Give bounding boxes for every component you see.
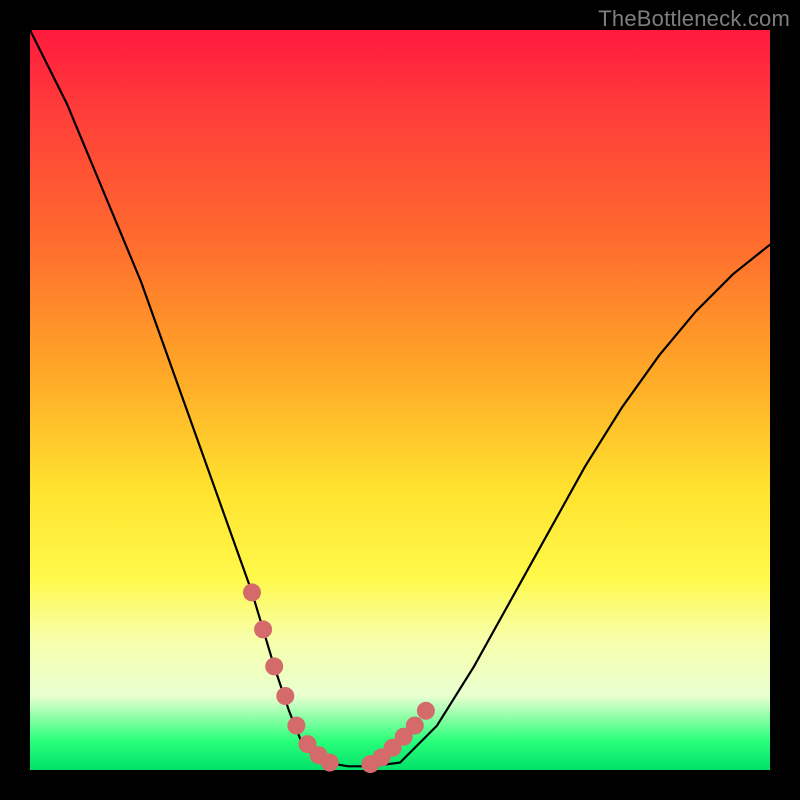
highlight-dot — [265, 657, 283, 675]
highlight-dot — [254, 620, 272, 638]
curve-svg — [30, 30, 770, 770]
highlight-dot — [276, 687, 294, 705]
highlight-dot — [321, 754, 339, 772]
bottleneck-curve — [30, 30, 770, 766]
highlight-dot — [417, 702, 435, 720]
highlight-dot — [243, 583, 261, 601]
highlight-dot — [406, 717, 424, 735]
plot-area — [30, 30, 770, 770]
highlight-dot — [287, 717, 305, 735]
watermark-text: TheBottleneck.com — [598, 6, 790, 32]
chart-frame: TheBottleneck.com — [0, 0, 800, 800]
